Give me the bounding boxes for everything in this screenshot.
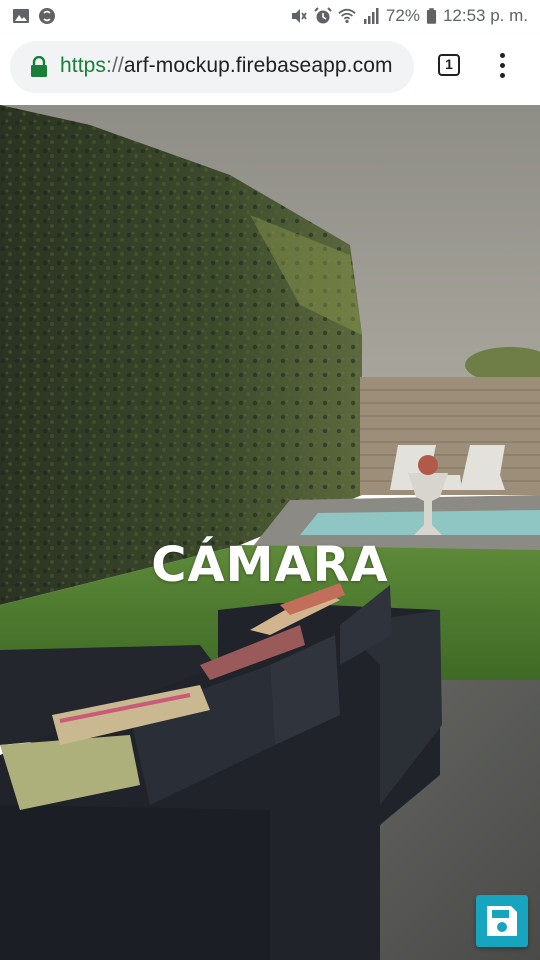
image-icon: [13, 9, 29, 23]
url-host: arf-mockup.firebaseapp.com: [123, 54, 393, 77]
battery-percent: 72%: [385, 6, 420, 25]
menu-dot-icon: [499, 73, 505, 78]
url-text: https://arf-mockup.firebaseapp.com: [60, 54, 393, 78]
address-bar[interactable]: https://arf-mockup.firebaseapp.com: [10, 41, 414, 93]
url-separator: ://: [106, 54, 124, 77]
tab-count: 1: [445, 56, 453, 72]
save-button[interactable]: [476, 895, 528, 947]
camera-background-image: CÁMARA: [0, 105, 540, 960]
clock: 12:53 p. m.: [442, 6, 528, 25]
status-bar: 72% 12:53 p. m.: [0, 0, 540, 33]
overflow-menu-button[interactable]: [494, 53, 510, 83]
wifi-icon: [338, 8, 356, 24]
garden-scene: [0, 105, 540, 960]
url-scheme: https: [60, 54, 107, 77]
alarm-icon: [314, 7, 332, 24]
menu-dot-icon: [499, 53, 505, 58]
mute-icon: [291, 9, 307, 23]
page-title: CÁMARA: [151, 537, 389, 593]
tab-switcher-button[interactable]: 1: [438, 54, 460, 76]
signal-icon: [363, 8, 379, 24]
shazam-icon: [39, 8, 55, 24]
menu-dot-icon: [499, 63, 505, 68]
lock-icon: [31, 56, 47, 77]
browser-toolbar: https://arf-mockup.firebaseapp.com 1: [0, 33, 540, 105]
save-icon: [487, 906, 517, 936]
battery-icon: [426, 8, 437, 24]
